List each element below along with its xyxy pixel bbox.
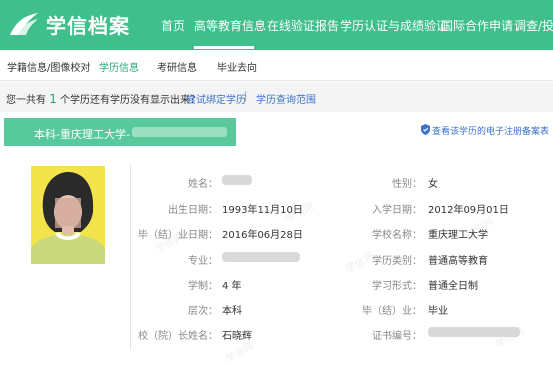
nav-certification[interactable]: 学历认证与成绩验证 <box>340 17 448 34</box>
sub-nav: 学籍信息/图像校对 学历信息 考研信息 毕业去向 <box>0 50 553 81</box>
field-value-enroll-date: 2012年09月01日 <box>428 205 509 216</box>
field-value-graduation-date: 2016年06月28日 <box>222 230 303 241</box>
field-value-duration: 4 年 <box>222 281 242 292</box>
field-value-gender: 女 <box>428 179 438 190</box>
nav-online-report[interactable]: 在线验证报告 <box>267 17 339 34</box>
name-redacted <box>222 175 252 185</box>
field-value-level: 本科 <box>222 306 242 317</box>
certificate-redacted <box>428 327 520 337</box>
count-suffix: 个学历 <box>60 95 91 106</box>
student-photo <box>31 166 105 264</box>
missing-question: 还有学历没有显示出来？ <box>90 95 200 106</box>
brand-title[interactable]: 学信档案 <box>46 10 130 39</box>
degree-count: 1 <box>49 92 57 106</box>
nav-survey[interactable]: 调查/投票 <box>514 17 553 34</box>
nav-higher-education[interactable]: 高等教育信息 <box>194 17 266 34</box>
nav-international[interactable]: 国际合作申请 <box>441 17 513 34</box>
bind-degree-link[interactable]: 尝试绑定学历 <box>186 91 246 106</box>
field-label-certificate: 证书编号： <box>372 331 422 342</box>
field-value-president: 石晓辉 <box>222 331 252 342</box>
field-label-birth: 出生日期： <box>168 205 218 216</box>
field-value-graduation: 毕业 <box>428 306 448 317</box>
nav-home[interactable]: 首页 <box>161 17 185 34</box>
photo-portrait <box>31 166 105 264</box>
active-nav-indicator <box>194 46 254 49</box>
degree-banner: 本科-重庆理工大学- <box>4 118 236 146</box>
field-label-study-form: 学习形式： <box>372 281 422 292</box>
field-label-graduation: 毕（结）业： <box>362 306 422 317</box>
field-label-graduation-date: 毕（结）业日期： <box>138 230 218 241</box>
major-redacted <box>222 252 300 262</box>
field-value-category: 普通高等教育 <box>428 256 488 267</box>
field-label-category: 学历类别： <box>372 256 422 267</box>
field-label-president: 校（院）长姓名： <box>138 331 218 342</box>
field-label-enroll-date: 入学日期： <box>372 205 422 216</box>
top-nav: 学信档案 首页 高等教育信息 在线验证报告 学历认证与成绩验证 国际合作申请 调… <box>0 0 553 50</box>
separator: | <box>244 91 248 102</box>
banner-title: 本科-重庆理工大学- <box>34 128 130 141</box>
info-bar: 您一共有 1 个学历 还有学历没有显示出来？ 尝试绑定学历 | 学历查询范围 <box>0 82 553 112</box>
field-label-school: 学校名称： <box>372 230 422 241</box>
field-value-birth: 1993年11月10日 <box>222 205 303 216</box>
registration-record-link[interactable]: 查看该学历的电子注册备案表 <box>420 124 549 137</box>
field-label-major: 专业： <box>188 256 218 267</box>
tab-destination[interactable]: 毕业去向 <box>217 59 257 74</box>
field-value-school: 重庆理工大学 <box>428 230 488 241</box>
banner-redacted <box>132 127 227 137</box>
field-label-level: 层次： <box>188 306 218 317</box>
tab-degree[interactable]: 学历信息 <box>99 59 139 74</box>
degree-count-text: 您一共有 1 个学历 <box>6 91 90 106</box>
field-value-study-form: 普通全日制 <box>428 281 478 292</box>
logo-icon[interactable] <box>8 11 40 37</box>
tab-enrollment[interactable]: 学籍信息/图像校对 <box>7 59 90 74</box>
field-label-gender: 性别： <box>392 179 422 190</box>
degree-card: 本科-重庆理工大学- 查看该学历的电子注册备案表 学信网 学信网 学信网 学信网… <box>4 114 549 366</box>
count-prefix: 您一共有 <box>6 95 46 106</box>
field-label-name: 姓名： <box>188 179 218 190</box>
tab-postgrad[interactable]: 考研信息 <box>157 59 197 74</box>
field-label-duration: 学制： <box>188 281 218 292</box>
query-scope-link[interactable]: 学历查询范围 <box>256 91 316 106</box>
